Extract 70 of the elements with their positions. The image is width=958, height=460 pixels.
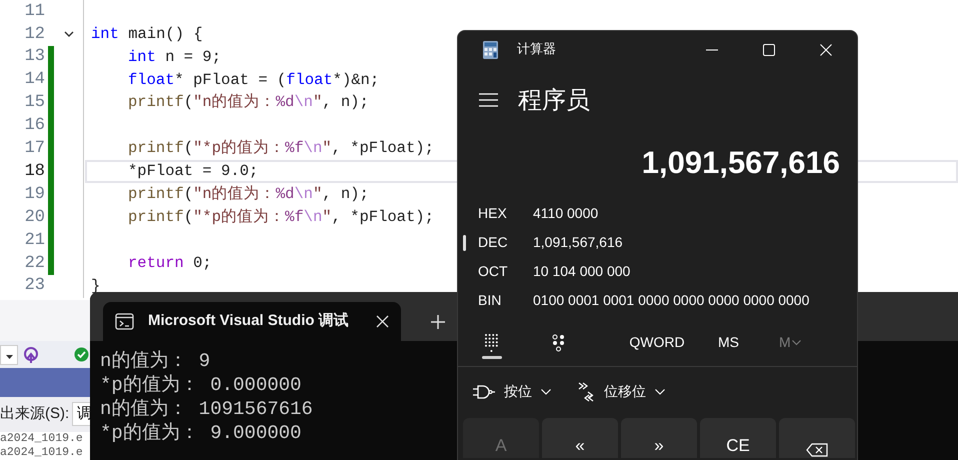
output-line: *p的值为： 0.000000 bbox=[100, 373, 302, 397]
line-number: 12 bbox=[24, 24, 45, 46]
line-number: 23 bbox=[24, 275, 45, 298]
maximize-icon bbox=[762, 44, 774, 56]
line-number: 17 bbox=[24, 138, 45, 160]
key-button[interactable]: CE bbox=[700, 418, 776, 458]
code-line: *pFloat = 9.0; bbox=[127, 161, 258, 182]
line-number: 22 bbox=[24, 252, 45, 274]
line-number: 19 bbox=[24, 184, 45, 206]
minimize-icon bbox=[706, 49, 718, 51]
radix-label[interactable]: DEC bbox=[478, 232, 533, 253]
line-number: 14 bbox=[24, 69, 45, 92]
terminal-icon bbox=[115, 313, 134, 330]
check-icon[interactable] bbox=[74, 347, 89, 362]
mode-title: 程序员 bbox=[518, 85, 590, 116]
memory-button[interactable]: MS bbox=[718, 332, 739, 353]
radix-value[interactable]: 1,091,567,616 bbox=[533, 232, 623, 253]
logic-gate-icon bbox=[473, 385, 495, 399]
file-path: a2024_1019.e bbox=[0, 432, 83, 446]
code-line: int n = 9; bbox=[127, 46, 222, 68]
key-button[interactable] bbox=[779, 418, 855, 458]
key-button[interactable]: « bbox=[542, 418, 618, 458]
line-number: 13 bbox=[24, 46, 45, 68]
line-number: 21 bbox=[24, 230, 45, 252]
operator-dropdown[interactable]: 按位 bbox=[473, 382, 551, 402]
close-icon bbox=[820, 44, 832, 56]
radix-value[interactable]: 0100 0001 0001 0000 0000 0000 0000 0000 bbox=[533, 290, 810, 311]
line-number: 18 bbox=[24, 160, 45, 183]
line-number: 11 bbox=[24, 0, 45, 23]
chevron-down-icon bbox=[655, 389, 665, 395]
terminal-tab[interactable]: Microsoft Visual Studio 调试 bbox=[103, 302, 401, 341]
code-line: return 0; bbox=[127, 252, 212, 274]
output-line: *p的值为： 9.000000 bbox=[100, 421, 302, 445]
code-line: int main() { bbox=[91, 24, 203, 45]
calculator-app-icon bbox=[483, 41, 498, 59]
output-line: n的值为： 1091567616 bbox=[100, 397, 313, 421]
dropdown[interactable] bbox=[0, 344, 18, 365]
output-line: n的值为： 9 bbox=[100, 349, 210, 373]
chevron-down-icon bbox=[541, 389, 551, 395]
add-tab-icon[interactable] bbox=[431, 314, 445, 328]
code-line: } bbox=[91, 276, 100, 297]
radix-label[interactable]: OCT bbox=[478, 261, 533, 282]
code-line: printf("n的值为：%d\n", n); bbox=[127, 184, 369, 205]
code-line: printf("*p的值为：%f\n", *pFloat); bbox=[127, 138, 434, 160]
radix-label[interactable]: HEX bbox=[478, 203, 533, 224]
file-path: a2024_1019.e bbox=[0, 446, 83, 460]
radix-value[interactable]: 10 104 000 000 bbox=[533, 261, 630, 282]
tab-title: Microsoft Visual Studio 调试 bbox=[148, 311, 350, 332]
code-line: printf("*p的值为：%f\n", *pFloat); bbox=[127, 206, 434, 228]
source-label: 出来源(S): bbox=[0, 404, 70, 424]
key-button[interactable]: » bbox=[621, 418, 697, 458]
profiler-icon[interactable] bbox=[22, 346, 40, 364]
backspace-icon bbox=[806, 443, 828, 457]
code-line: float* pFloat = (float*)&n; bbox=[127, 70, 380, 90]
radix-value[interactable]: 4110 0000 bbox=[533, 203, 598, 224]
keypad-icon bbox=[484, 332, 499, 352]
line-number: 15 bbox=[24, 92, 45, 114]
window-title: 计算器 bbox=[517, 41, 557, 60]
word-size-button[interactable]: QWORD bbox=[622, 332, 692, 353]
operator-dropdown[interactable]: 位移位 bbox=[577, 382, 665, 402]
line-number: 16 bbox=[24, 115, 45, 138]
shift-arrows-icon bbox=[577, 382, 595, 402]
menu-icon[interactable] bbox=[479, 93, 498, 107]
radix-label[interactable]: BIN bbox=[478, 290, 533, 311]
dropdown-arrow-icon bbox=[6, 354, 12, 359]
line-number: 20 bbox=[24, 206, 45, 229]
close-icon[interactable] bbox=[376, 315, 389, 328]
code-line: printf("n的值为：%d\n", n); bbox=[127, 92, 369, 114]
result-display: 1,091,567,616 bbox=[642, 144, 840, 182]
bit-toggle-icon bbox=[552, 334, 566, 352]
